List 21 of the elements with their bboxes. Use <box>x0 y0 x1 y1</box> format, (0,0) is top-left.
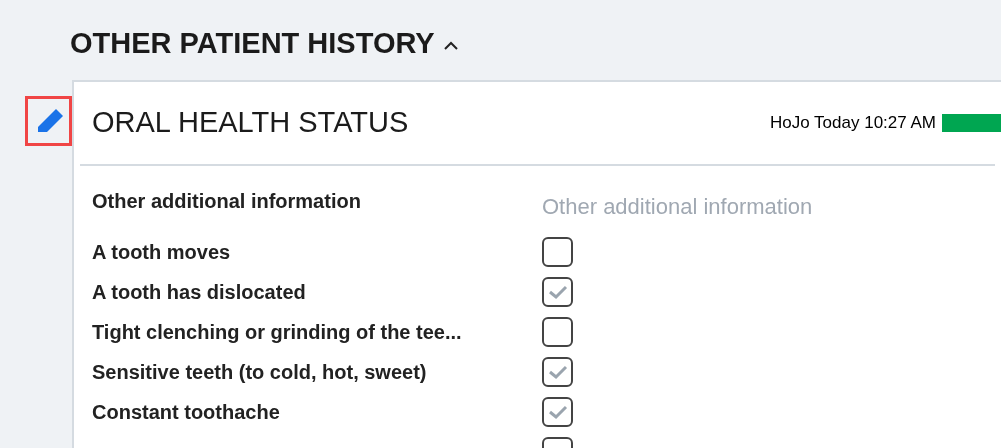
check-icon <box>547 364 568 380</box>
checkbox-label: Tight clenching or grinding of the tee... <box>92 320 463 345</box>
checkbox[interactable] <box>542 277 573 307</box>
checkbox[interactable] <box>542 397 573 427</box>
card-title: ORAL HEALTH STATUS <box>92 105 409 141</box>
checkbox[interactable] <box>542 237 573 267</box>
status-bar <box>942 114 1001 132</box>
additional-info-field[interactable]: Other additional information <box>542 190 922 223</box>
checkbox-label: Constant toothache <box>92 400 281 425</box>
edit-button[interactable] <box>25 96 72 146</box>
check-icon <box>547 284 568 300</box>
field-label: Other additional information <box>92 189 362 214</box>
checkbox[interactable] <box>542 357 573 387</box>
checkbox-label: A tooth moves <box>92 240 232 265</box>
checkbox-label: Sensitive teeth (to cold, hot, sweet) <box>92 360 428 385</box>
checkbox[interactable] <box>542 317 573 347</box>
checkbox-label: A tooth has dislocated <box>92 280 307 305</box>
check-icon <box>547 404 568 420</box>
author-timestamp: HoJo Today 10:27 AM <box>770 112 936 135</box>
section-title: OTHER PATIENT HISTORY <box>70 26 435 62</box>
chevron-icon[interactable] <box>442 41 459 51</box>
